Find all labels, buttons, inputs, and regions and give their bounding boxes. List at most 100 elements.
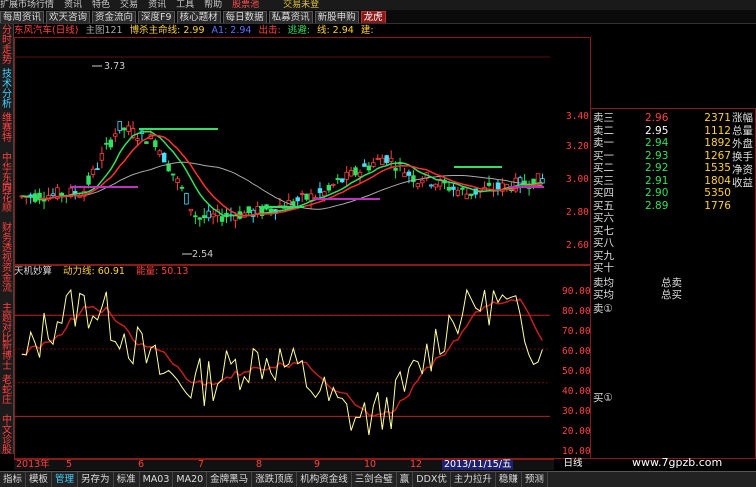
orderbook-row[interactable]: 买七	[591, 225, 731, 238]
candle-body	[41, 199, 47, 202]
orderbook-row[interactable]: 买九	[591, 250, 731, 263]
bottom-tab[interactable]: 另存为	[78, 472, 114, 487]
menu-bar: 扩展市场行情 资讯 特色 交易 资讯 工具 帮助 股票池 交易未登	[0, 0, 756, 10]
candle-body	[406, 171, 412, 176]
menu-item[interactable]: 特色	[92, 0, 110, 10]
candle-body	[117, 121, 122, 131]
indicator-name[interactable]: 天机妙算	[14, 266, 52, 277]
bottom-tab[interactable]: 三剑合璧	[352, 472, 397, 487]
candle-body	[104, 142, 109, 145]
feature-tab[interactable]: 每日数据	[222, 11, 267, 23]
orderbook-volume: 1804	[704, 174, 731, 187]
bottom-tab[interactable]: 机构资金线	[297, 472, 352, 487]
orderbook-row[interactable]: 买一 2.93 1267	[591, 150, 731, 163]
orderbook-level: 买二	[593, 162, 614, 174]
candle-body	[95, 168, 100, 170]
candlestick-chart[interactable]: 3.73 2.54	[14, 37, 550, 265]
sidebar-tab[interactable]: 新博士	[0, 342, 14, 372]
feature-tab[interactable]: 核心题材	[176, 11, 221, 23]
bottom-tab[interactable]: 预测	[522, 472, 548, 487]
feature-tab[interactable]: 资金流向	[92, 11, 137, 23]
bottom-tab[interactable]: 涨跌顶底	[252, 472, 298, 487]
orderbook-row[interactable]: 买三 2.91 1804	[591, 175, 731, 188]
orderbook-row[interactable]: 买六	[591, 212, 731, 225]
feature-tab[interactable]: 每周资讯	[0, 11, 45, 23]
menu-item[interactable]: 资讯	[148, 0, 166, 10]
sidebar-tab[interactable]: 维赛特	[0, 114, 14, 144]
menu-stock-pool[interactable]: 股票池	[232, 0, 259, 10]
sidebar-tab[interactable]: 主题对比	[0, 304, 14, 344]
template-name[interactable]: 主图121	[85, 25, 122, 36]
candle-body	[460, 187, 465, 190]
sidebar-tab[interactable]: 分时走势	[0, 26, 14, 66]
quote-stat-label: 收益	[732, 177, 753, 189]
chart-info-bar: 东风汽车(日线) 主图121 博杀主命线: 2.99 A1: 2.94 出击: …	[14, 24, 554, 37]
indicator-tick: 30.00	[562, 406, 591, 417]
sidebar-tab[interactable]: 资金流	[0, 264, 14, 294]
orderbook-row[interactable]: 卖一 2.94 1892	[591, 137, 731, 150]
orderbook-row[interactable]: 买八	[591, 237, 731, 250]
candle-body	[157, 150, 162, 156]
sidebar-tab[interactable]: 财务透视	[0, 224, 14, 264]
bottom-tab[interactable]: 稳赚	[496, 472, 522, 487]
candle-body	[469, 193, 474, 196]
bottom-tab[interactable]: 模板	[26, 472, 53, 487]
orderbook-level: 卖二	[593, 124, 614, 137]
bottom-tab[interactable]: 金牌黑马	[207, 472, 253, 487]
feature-tab[interactable]: 新股申购	[314, 11, 359, 23]
sidebar-tab[interactable]: 技术分析	[0, 70, 14, 110]
feature-tab[interactable]: 深度F9	[138, 11, 175, 23]
bottom-tab[interactable]: 主力拉升	[451, 472, 496, 487]
orderbook-level: 买十	[593, 262, 614, 274]
candle-body	[388, 157, 394, 162]
quote-stat-label: 外盘	[732, 138, 753, 150]
menu-item[interactable]: 资讯	[64, 0, 82, 10]
indicator-value-6: 建:	[360, 25, 374, 36]
menu-trade-status[interactable]: 交易未登	[283, 0, 319, 10]
bottom-tab[interactable]: 标准	[114, 472, 140, 487]
orderbook-row[interactable]: 买十	[591, 262, 731, 275]
orderbook-level: 卖三	[593, 112, 614, 124]
sidebar-tab[interactable]: 老蛇庄	[0, 376, 14, 406]
candle-body	[380, 157, 385, 166]
orderbook-volume: 1267	[704, 149, 731, 162]
feature-tab[interactable]: 欢天咨询	[46, 11, 91, 23]
indicator-tick: 50.00	[562, 366, 591, 377]
indicator-value-4: 逃避:	[287, 25, 310, 36]
orderbook-row[interactable]: 买四 2.90 5350	[591, 187, 731, 200]
orderbook-price: 2.96	[645, 112, 669, 124]
bottom-tab[interactable]: MA03	[140, 472, 174, 487]
menu-item[interactable]: 帮助	[204, 0, 222, 10]
orderbook-row[interactable]: 买五 2.89 1776	[591, 200, 731, 213]
menu-item[interactable]: 工具	[176, 0, 194, 10]
menu-item[interactable]: 交易	[120, 0, 138, 10]
summary-value: 总买	[661, 289, 682, 301]
indicator-line2: 能量: 50.13	[136, 266, 189, 277]
bottom-tab[interactable]: 赢	[397, 472, 414, 487]
period-button[interactable]: 日线	[556, 459, 590, 470]
stock-title[interactable]: 东风汽车(日线)	[14, 25, 78, 36]
menu-item[interactable]: 扩展市场行情	[0, 0, 54, 10]
indicator-value-5: 线: 2.94	[316, 25, 354, 36]
candle-body	[335, 178, 340, 180]
candle-body	[161, 152, 167, 163]
orderbook-row[interactable]: 卖二 2.95 1112	[591, 125, 731, 138]
time-month: 9	[314, 459, 321, 470]
feature-tab[interactable]: 龙虎	[360, 11, 386, 23]
orderbook-row[interactable]: 卖三 2.96 2371	[591, 112, 731, 125]
sidebar-tab[interactable]: 同花顺	[0, 184, 14, 214]
sidebar-tab[interactable]: 中文诊股	[0, 416, 14, 456]
feature-tab[interactable]: 私募资讯	[268, 11, 313, 23]
indicator-chart[interactable]	[14, 278, 550, 458]
bottom-tab[interactable]: 管理	[52, 472, 79, 487]
candle-body	[184, 193, 189, 205]
candle-body	[375, 157, 380, 160]
candle-body	[197, 217, 202, 220]
buy-one-summary: 买①	[593, 392, 613, 404]
bottom-tab[interactable]: 指标	[0, 472, 27, 487]
candle-body	[348, 170, 354, 177]
bottom-tab[interactable]: MA20	[173, 472, 208, 487]
bottom-tab[interactable]: DDX优	[413, 472, 451, 487]
watermark: www.7gpzb.com	[632, 456, 723, 469]
orderbook-row[interactable]: 买二 2.92 1535	[591, 162, 731, 175]
